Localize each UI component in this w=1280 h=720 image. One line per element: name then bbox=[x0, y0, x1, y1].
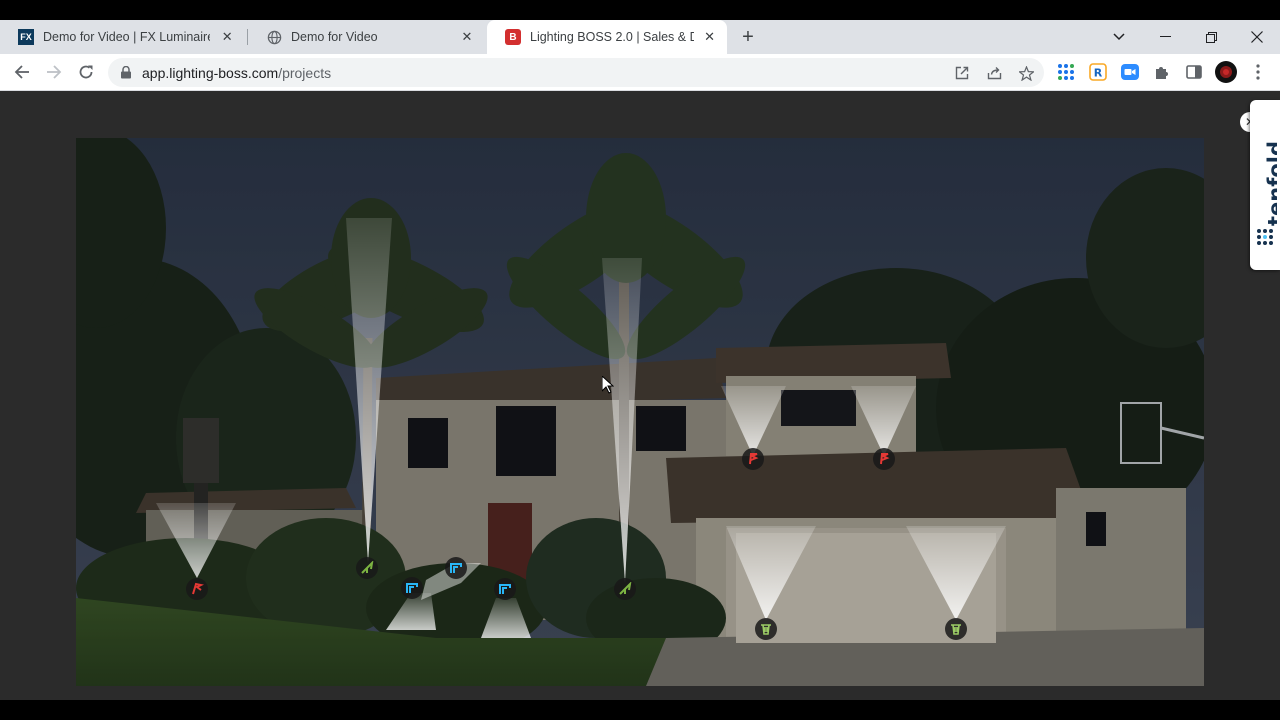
url-path: /projects bbox=[278, 65, 332, 81]
share-icon[interactable] bbox=[984, 63, 1004, 83]
tab-strip: FX Demo for Video | FX Luminaire ✕ Demo … bbox=[0, 20, 1280, 54]
url-text: app.lighting-boss.com/projects bbox=[142, 65, 331, 81]
bottom-black-bar bbox=[0, 700, 1280, 720]
path-light-icon bbox=[192, 582, 204, 595]
tab-fx-luminaire[interactable]: FX Demo for Video | FX Luminaire ✕ bbox=[0, 20, 246, 54]
close-window-button[interactable] bbox=[1234, 20, 1280, 54]
tenfold-dots-icon bbox=[1257, 229, 1273, 245]
address-bar[interactable]: app.lighting-boss.com/projects bbox=[108, 58, 1044, 87]
tenfold-logo: tenfold bbox=[1264, 141, 1277, 226]
downlight-marker[interactable] bbox=[873, 448, 895, 470]
profile-avatar[interactable] bbox=[1214, 60, 1238, 84]
grid-extension-icon[interactable] bbox=[1056, 62, 1076, 82]
sidebar-icon[interactable] bbox=[1184, 62, 1204, 82]
page-content: ✕ tenfold bbox=[0, 91, 1280, 700]
open-in-new-icon[interactable] bbox=[952, 63, 972, 83]
svg-text:R: R bbox=[1094, 67, 1103, 80]
puzzle-icon[interactable] bbox=[1152, 62, 1172, 82]
path-light-marker[interactable] bbox=[186, 578, 208, 600]
lock-icon[interactable] bbox=[120, 66, 132, 79]
floodlight-icon bbox=[499, 584, 511, 594]
browser-toolbar: app.lighting-boss.com/projects R bbox=[0, 54, 1280, 91]
tab-demo-for-video[interactable]: Demo for Video ✕ bbox=[248, 20, 486, 54]
floodlight-icon bbox=[406, 583, 418, 593]
uplight-icon bbox=[619, 582, 632, 595]
close-icon[interactable]: ✕ bbox=[458, 28, 476, 46]
uplight-marker[interactable] bbox=[614, 578, 636, 600]
tenfold-label: tenfold bbox=[1264, 141, 1277, 226]
back-button[interactable] bbox=[10, 60, 34, 84]
tab-title: Demo for Video bbox=[291, 30, 378, 44]
bookmark-star-icon[interactable] bbox=[1016, 63, 1036, 83]
trash-light-icon bbox=[761, 624, 771, 635]
close-icon[interactable]: ✕ bbox=[702, 28, 717, 46]
floodlight-marker[interactable] bbox=[445, 557, 467, 579]
fx-logo-icon: FX bbox=[18, 29, 34, 45]
downlight-icon bbox=[880, 453, 890, 465]
top-black-bar bbox=[0, 0, 1280, 20]
tab-search-chevron-icon[interactable] bbox=[1096, 20, 1142, 54]
wall-wash-marker[interactable] bbox=[945, 618, 967, 640]
globe-icon bbox=[266, 29, 282, 45]
zoom-icon[interactable] bbox=[1120, 62, 1140, 82]
r-extension-icon[interactable]: R bbox=[1088, 62, 1108, 82]
floodlight-icon bbox=[450, 563, 462, 573]
downlight-marker[interactable] bbox=[742, 448, 764, 470]
tenfold-sidebar-tab[interactable]: tenfold bbox=[1250, 100, 1280, 270]
forward-button[interactable] bbox=[42, 60, 66, 84]
minimize-button[interactable] bbox=[1142, 20, 1188, 54]
trash-light-icon bbox=[951, 624, 961, 635]
restore-button[interactable] bbox=[1188, 20, 1234, 54]
uplight-marker[interactable] bbox=[356, 557, 378, 579]
lighting-boss-logo-icon: B bbox=[505, 29, 521, 45]
floodlight-marker[interactable] bbox=[494, 578, 516, 600]
url-domain: app.lighting-boss.com bbox=[142, 65, 279, 81]
chrome-menu-icon[interactable] bbox=[1248, 62, 1268, 82]
close-icon[interactable]: ✕ bbox=[218, 28, 236, 46]
new-tab-button[interactable]: + bbox=[737, 27, 759, 49]
house-photo bbox=[76, 138, 1204, 686]
downlight-icon bbox=[749, 453, 759, 465]
tab-title: Lighting BOSS 2.0 | Sales & Design bbox=[530, 30, 695, 44]
tab-title: Demo for Video | FX Luminaire bbox=[43, 30, 211, 44]
reload-button[interactable] bbox=[74, 60, 98, 84]
tab-lighting-boss[interactable]: B Lighting BOSS 2.0 | Sales & Design ✕ bbox=[487, 20, 727, 54]
uplight-icon bbox=[361, 561, 374, 574]
mouse-cursor-icon bbox=[602, 376, 614, 394]
house-lighting-canvas[interactable] bbox=[76, 138, 1204, 686]
wall-wash-marker[interactable] bbox=[755, 618, 777, 640]
floodlight-marker[interactable] bbox=[401, 577, 423, 599]
